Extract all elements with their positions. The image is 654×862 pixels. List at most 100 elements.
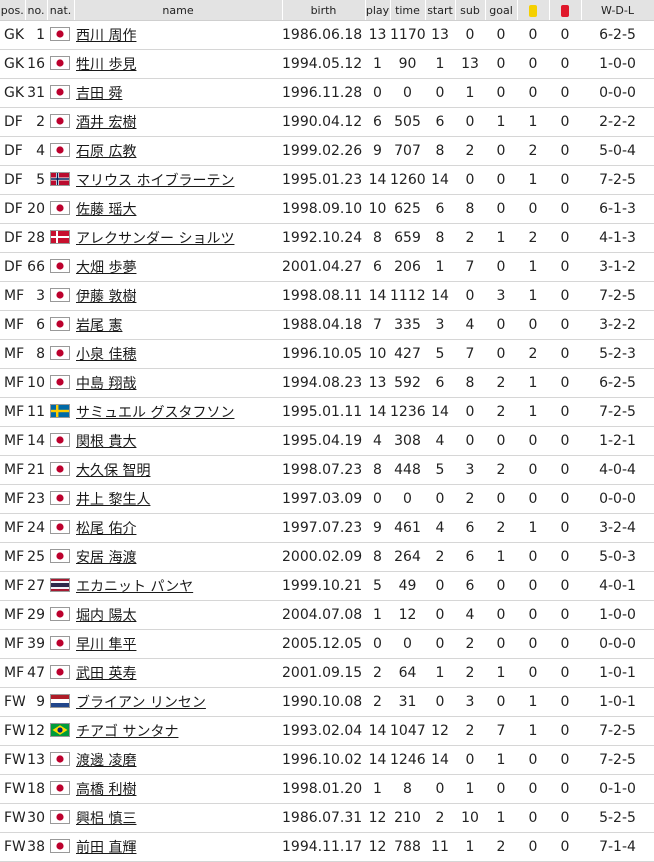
player-name-link[interactable]: 安居 海渡 <box>76 550 136 566</box>
player-name-link[interactable]: 武田 英寿 <box>76 666 136 682</box>
stat-start: 8 <box>425 223 455 253</box>
player-birth: 1996.10.05 <box>282 339 365 369</box>
player-name-link[interactable]: サミュエル グスタフソン <box>76 405 234 421</box>
player-number: 12 <box>25 716 47 746</box>
player-name-link[interactable]: 井上 黎生人 <box>76 492 150 508</box>
player-position: MF <box>0 281 25 311</box>
player-name-link[interactable]: ブライアン リンセン <box>76 695 206 711</box>
player-name-link[interactable]: チアゴ サンタナ <box>76 724 178 740</box>
player-name-link[interactable]: 大久保 智明 <box>76 463 150 479</box>
nationality-cell <box>47 571 74 601</box>
stat-wdl: 2-2-2 <box>581 107 654 137</box>
player-name-cell: 高橋 利樹 <box>74 774 282 804</box>
player-position: DF <box>0 165 25 195</box>
player-name-link[interactable]: アレクサンダー ショルツ <box>76 231 234 247</box>
stat-start: 0 <box>425 629 455 659</box>
player-birth: 1998.01.20 <box>282 774 365 804</box>
nationality-cell <box>47 252 74 282</box>
player-name-link[interactable]: 渡邊 凌磨 <box>76 753 136 769</box>
japan-flag-icon <box>50 462 70 476</box>
player-name-link[interactable]: 岩尾 憲 <box>76 318 122 334</box>
stat-start: 0 <box>425 571 455 601</box>
stat-red-cards: 0 <box>549 310 581 340</box>
player-name-cell: 大畑 歩夢 <box>74 252 282 282</box>
player-name-link[interactable]: 興梠 慎三 <box>76 811 136 827</box>
player-name-link[interactable]: 酒井 宏樹 <box>76 115 136 131</box>
japan-flag-icon <box>50 665 70 679</box>
player-name-link[interactable]: 松尾 佑介 <box>76 521 136 537</box>
player-name-link[interactable]: 関根 貴大 <box>76 434 136 450</box>
player-birth: 1996.10.02 <box>282 745 365 775</box>
stat-play: 0 <box>365 78 390 108</box>
header-play: play <box>365 0 391 21</box>
stat-start: 0 <box>425 484 455 514</box>
player-number: 66 <box>25 252 47 282</box>
stat-yellow-cards: 1 <box>517 716 549 746</box>
player-name-link[interactable]: 大畑 歩夢 <box>76 260 136 276</box>
nationality-cell <box>47 484 74 514</box>
nationality-cell <box>47 223 74 253</box>
stat-time: 8 <box>390 774 425 804</box>
player-name-link[interactable]: 前田 直輝 <box>76 840 136 856</box>
player-number: 30 <box>25 803 47 833</box>
player-number: 21 <box>25 455 47 485</box>
player-name-link[interactable]: 伊藤 敦樹 <box>76 289 136 305</box>
player-name-link[interactable]: 佐藤 瑶大 <box>76 202 136 218</box>
player-name-link[interactable]: 中島 翔哉 <box>76 376 136 392</box>
stat-time: 12 <box>390 600 425 630</box>
table-row: MF 14 関根 貴大 1995.04.19 4 308 4 0 0 0 0 1-2-1 <box>0 426 654 456</box>
stat-start: 0 <box>425 600 455 630</box>
player-name-link[interactable]: 小泉 佳穂 <box>76 347 136 363</box>
nationality-cell <box>47 832 74 862</box>
stat-yellow-cards: 0 <box>517 832 549 862</box>
nationality-cell <box>47 281 74 311</box>
player-name-cell: 松尾 佑介 <box>74 513 282 543</box>
stat-play: 13 <box>365 20 390 50</box>
stat-start: 14 <box>425 745 455 775</box>
header-start: start <box>425 0 456 21</box>
player-number: 27 <box>25 571 47 601</box>
stat-yellow-cards: 1 <box>517 107 549 137</box>
player-name-link[interactable]: 堀内 陽太 <box>76 608 136 624</box>
player-birth: 2004.07.08 <box>282 600 365 630</box>
stat-red-cards: 0 <box>549 832 581 862</box>
player-birth: 1999.02.26 <box>282 136 365 166</box>
player-name-link[interactable]: エカニット パンヤ <box>76 579 193 595</box>
stat-start: 4 <box>425 426 455 456</box>
player-name-cell: 井上 黎生人 <box>74 484 282 514</box>
japan-flag-icon <box>50 636 70 650</box>
stat-time: 206 <box>390 252 425 282</box>
table-row: MF 47 武田 英寿 2001.09.15 2 64 1 2 1 0 0 1-0-1 <box>0 658 654 688</box>
player-name-cell: 前田 直輝 <box>74 832 282 862</box>
player-name-link[interactable]: 牲川 歩見 <box>76 57 136 73</box>
stat-wdl: 7-2-5 <box>581 281 654 311</box>
player-name-link[interactable]: 吉田 舜 <box>76 86 122 102</box>
player-name-cell: 早川 隼平 <box>74 629 282 659</box>
player-name-link[interactable]: 早川 隼平 <box>76 637 136 653</box>
stat-sub: 1 <box>455 774 485 804</box>
stat-goal: 0 <box>485 49 517 79</box>
player-name-link[interactable]: マリウス ホイブラーテン <box>76 173 234 189</box>
player-name-cell: 関根 貴大 <box>74 426 282 456</box>
stat-play: 4 <box>365 426 390 456</box>
player-position: MF <box>0 339 25 369</box>
player-position: GK <box>0 20 25 50</box>
japan-flag-icon <box>50 375 70 389</box>
header-birth: birth <box>282 0 366 21</box>
stat-time: 1236 <box>390 397 425 427</box>
player-birth: 1997.03.09 <box>282 484 365 514</box>
stat-play: 8 <box>365 223 390 253</box>
nationality-cell <box>47 716 74 746</box>
stat-goal: 1 <box>485 542 517 572</box>
player-number: 2 <box>25 107 47 137</box>
player-name-cell: 吉田 舜 <box>74 78 282 108</box>
nationality-cell <box>47 49 74 79</box>
player-name-link[interactable]: 西川 周作 <box>76 28 136 44</box>
stat-wdl: 5-2-5 <box>581 803 654 833</box>
player-name-link[interactable]: 高橋 利樹 <box>76 782 136 798</box>
stat-start: 12 <box>425 716 455 746</box>
norway-flag-icon <box>50 172 70 186</box>
player-name-link[interactable]: 石原 広教 <box>76 144 136 160</box>
stat-play: 8 <box>365 455 390 485</box>
table-row: MF 6 岩尾 憲 1988.04.18 7 335 3 4 0 0 0 3-2-2 <box>0 310 654 340</box>
